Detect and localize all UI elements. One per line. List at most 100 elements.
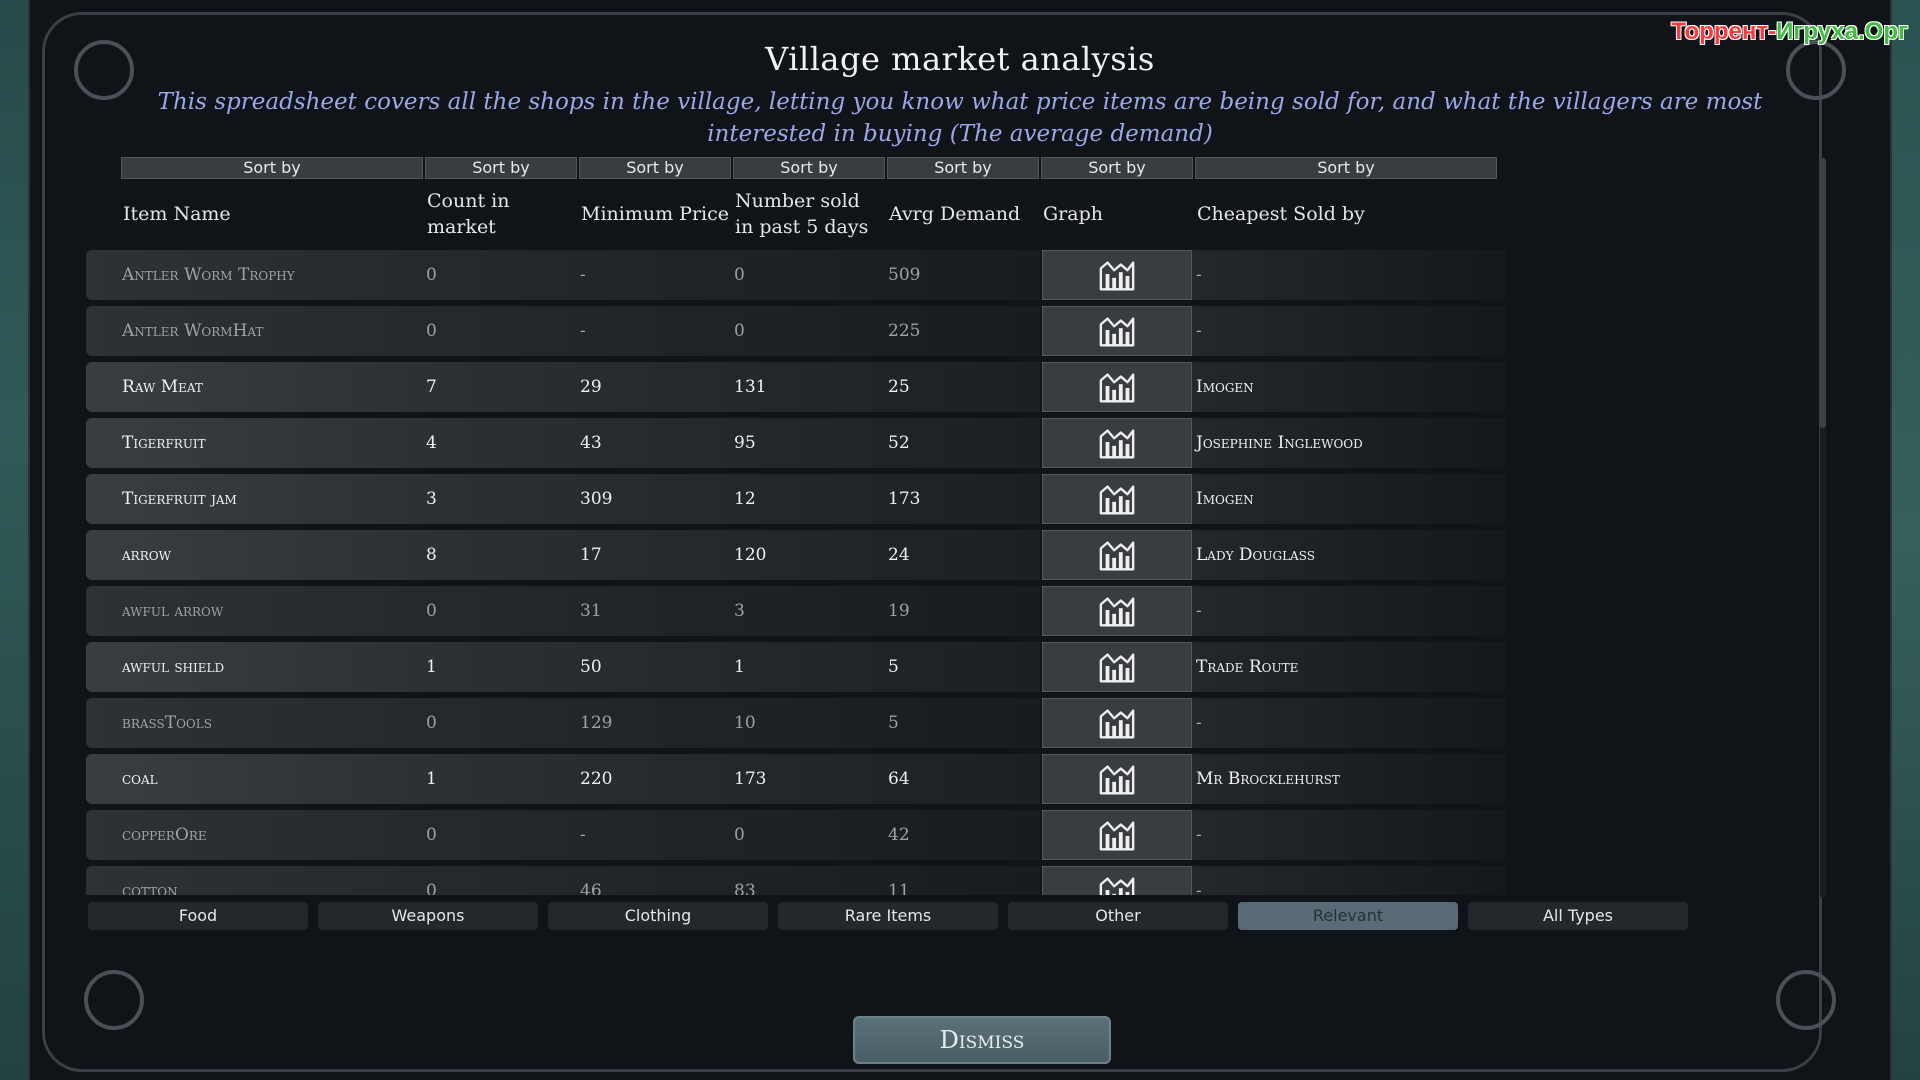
sort-item-name-button[interactable]: Sort by bbox=[121, 157, 423, 179]
table-row[interactable]: brassTools 0 129 10 5 - bbox=[86, 698, 1506, 748]
chart-graph-icon bbox=[1098, 874, 1136, 895]
graph-button[interactable] bbox=[1042, 642, 1192, 692]
cell-min-price: - bbox=[580, 321, 586, 341]
graph-button[interactable] bbox=[1042, 306, 1192, 356]
tab-clothing[interactable]: Clothing bbox=[548, 902, 768, 930]
sort-seller-button[interactable]: Sort by bbox=[1195, 157, 1497, 179]
header-demand: Avrg Demand bbox=[889, 203, 1021, 225]
table-row[interactable]: arrow 8 17 120 24 Lady Douglass bbox=[86, 530, 1506, 580]
cell-count: 1 bbox=[426, 657, 437, 677]
table-row[interactable]: Tigerfruit jam 3 309 12 173 Imogen bbox=[86, 474, 1506, 524]
chart-graph-icon bbox=[1098, 258, 1136, 292]
cell-min-price: - bbox=[580, 265, 586, 285]
cell-min-price: 29 bbox=[580, 377, 602, 397]
cell-seller: - bbox=[1196, 265, 1202, 285]
cell-count: 0 bbox=[426, 881, 437, 895]
table-scrollbar[interactable] bbox=[1820, 158, 1826, 898]
scrollbar-thumb[interactable] bbox=[1820, 158, 1826, 428]
cell-name: copperOre bbox=[122, 825, 207, 845]
graph-button[interactable] bbox=[1042, 586, 1192, 636]
row-background-right bbox=[1192, 250, 1506, 300]
row-background-right bbox=[1192, 866, 1506, 895]
cell-demand: 64 bbox=[888, 769, 910, 789]
graph-button[interactable] bbox=[1042, 754, 1192, 804]
market-table[interactable]: Antler Worm Trophy 0 - 0 509 - Antler WormHat 0… bbox=[86, 250, 1506, 895]
graph-button[interactable] bbox=[1042, 362, 1192, 412]
cell-sold: 83 bbox=[734, 881, 756, 895]
cell-name: Tigerfruit jam bbox=[122, 489, 237, 509]
cell-name: brassTools bbox=[122, 713, 212, 733]
table-row[interactable]: coal 1 220 173 64 Mr Brocklehurst bbox=[86, 754, 1506, 804]
graph-button[interactable] bbox=[1042, 250, 1192, 300]
graph-button[interactable] bbox=[1042, 418, 1192, 468]
cell-count: 7 bbox=[426, 377, 437, 397]
sort-demand-button[interactable]: Sort by bbox=[887, 157, 1039, 179]
sort-count-button[interactable]: Sort by bbox=[425, 157, 577, 179]
header-graph: Graph bbox=[1043, 203, 1103, 225]
table-row[interactable]: awful arrow 0 31 3 19 - bbox=[86, 586, 1506, 636]
cell-demand: 5 bbox=[888, 713, 899, 733]
chart-graph-icon bbox=[1098, 762, 1136, 796]
sort-sold-button[interactable]: Sort by bbox=[733, 157, 885, 179]
chart-graph-icon bbox=[1098, 818, 1136, 852]
cell-min-price: 17 bbox=[580, 545, 602, 565]
cell-seller: - bbox=[1196, 825, 1202, 845]
cell-sold: 0 bbox=[734, 265, 745, 285]
cell-count: 3 bbox=[426, 489, 437, 509]
graph-button[interactable] bbox=[1042, 474, 1192, 524]
table-row[interactable]: Raw Meat 7 29 131 25 Imogen bbox=[86, 362, 1506, 412]
sort-graph-button[interactable]: Sort by bbox=[1041, 157, 1193, 179]
cell-count: 8 bbox=[426, 545, 437, 565]
cell-name: arrow bbox=[122, 545, 171, 565]
cell-name: cotton bbox=[122, 881, 178, 895]
chart-graph-icon bbox=[1098, 314, 1136, 348]
chart-graph-icon bbox=[1098, 426, 1136, 460]
header-count: Count in market bbox=[427, 190, 510, 238]
cell-seller: Mr Brocklehurst bbox=[1196, 769, 1340, 789]
cell-seller: - bbox=[1196, 321, 1202, 341]
cell-count: 0 bbox=[426, 825, 437, 845]
cell-sold: 131 bbox=[734, 377, 767, 397]
table-row[interactable]: Antler WormHat 0 - 0 225 - bbox=[86, 306, 1506, 356]
cell-min-price: 43 bbox=[580, 433, 602, 453]
cell-sold: 0 bbox=[734, 825, 745, 845]
header-min-price: Minimum Price bbox=[581, 203, 729, 225]
cell-demand: 52 bbox=[888, 433, 910, 453]
table-row[interactable]: awful shield 1 50 1 5 Trade Route bbox=[86, 642, 1506, 692]
cell-seller: Josephine Inglewood bbox=[1196, 433, 1363, 453]
cell-min-price: 309 bbox=[580, 489, 613, 509]
cell-count: 0 bbox=[426, 601, 437, 621]
cell-sold: 173 bbox=[734, 769, 767, 789]
cell-count: 4 bbox=[426, 433, 437, 453]
cell-name: Raw Meat bbox=[122, 377, 203, 397]
cell-count: 1 bbox=[426, 769, 437, 789]
tab-weapons[interactable]: Weapons bbox=[318, 902, 538, 930]
tab-all-types[interactable]: All Types bbox=[1468, 902, 1688, 930]
table-row[interactable]: cotton 0 46 83 11 - bbox=[86, 866, 1506, 895]
graph-button[interactable] bbox=[1042, 810, 1192, 860]
tab-relevant[interactable]: Relevant bbox=[1238, 902, 1458, 930]
graph-button[interactable] bbox=[1042, 698, 1192, 748]
tab-other[interactable]: Other bbox=[1008, 902, 1228, 930]
cell-sold: 95 bbox=[734, 433, 756, 453]
cell-demand: 173 bbox=[888, 489, 921, 509]
cell-seller: Lady Douglass bbox=[1196, 545, 1315, 565]
table-row[interactable]: copperOre 0 - 0 42 - bbox=[86, 810, 1506, 860]
cell-name: Antler WormHat bbox=[122, 321, 264, 341]
tab-food[interactable]: Food bbox=[88, 902, 308, 930]
sort-min-price-button[interactable]: Sort by bbox=[579, 157, 731, 179]
table-row[interactable]: Antler Worm Trophy 0 - 0 509 - bbox=[86, 250, 1506, 300]
tab-rare-items[interactable]: Rare Items bbox=[778, 902, 998, 930]
row-background-right bbox=[1192, 586, 1506, 636]
cell-count: 0 bbox=[426, 321, 437, 341]
cell-demand: 225 bbox=[888, 321, 921, 341]
graph-button[interactable] bbox=[1042, 530, 1192, 580]
table-row[interactable]: Tigerfruit 4 43 95 52 Josephine Inglewood bbox=[86, 418, 1506, 468]
dismiss-button[interactable]: Dismiss bbox=[853, 1016, 1111, 1064]
header-sold: Number sold in past 5 days bbox=[735, 190, 869, 238]
chart-graph-icon bbox=[1098, 482, 1136, 516]
header-seller: Cheapest Sold by bbox=[1197, 203, 1365, 225]
cell-min-price: 50 bbox=[580, 657, 602, 677]
page-subtitle: This spreadsheet covers all the shops in… bbox=[157, 89, 1763, 147]
graph-button[interactable] bbox=[1042, 866, 1192, 895]
